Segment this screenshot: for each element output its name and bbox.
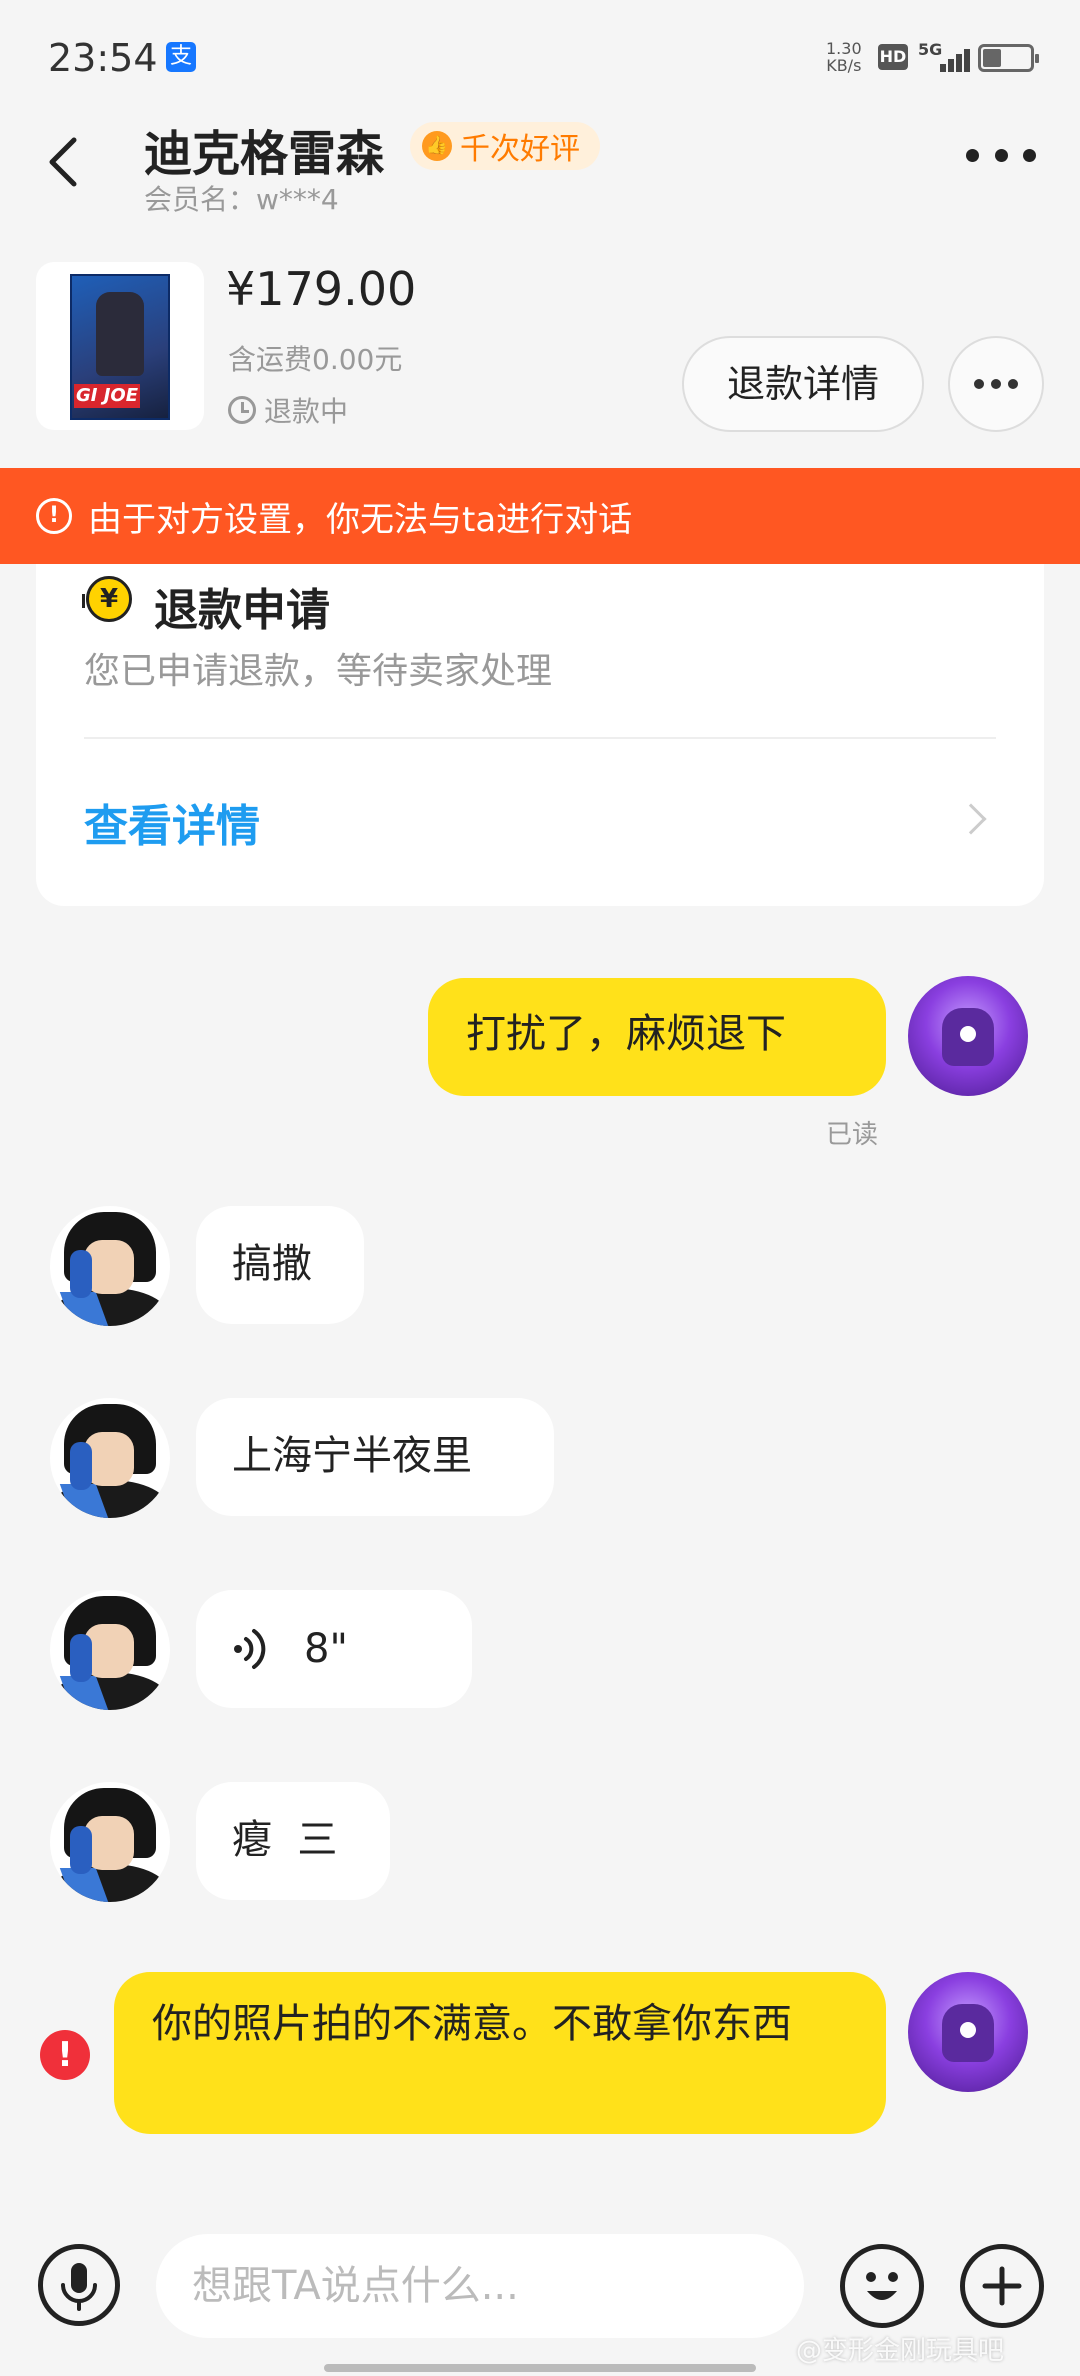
more-button[interactable] [966,140,1036,170]
my-avatar[interactable] [908,976,1028,1096]
refund-yen-icon: ¥ [86,576,132,622]
refund-detail-button[interactable]: 退款详情 [682,336,924,432]
refund-description: 您已申请退款，等待卖家处理 [84,651,553,692]
warning-icon: ! [36,498,72,534]
hd-icon: HD [878,44,908,70]
seller-avatar[interactable] [50,1206,170,1326]
watermark: @变形金刚玩具吧 [796,2336,1005,2366]
voice-input-button[interactable] [38,2244,120,2326]
seller-avatar[interactable] [50,1782,170,1902]
refund-title: 退款申请 [154,585,330,636]
clock-icon [228,396,256,424]
signal-icon: 5G [918,40,970,74]
seller-avatar[interactable] [50,1398,170,1518]
warning-banner: ! 由于对方设置，你无法与ta进行对话 [0,468,1080,564]
plus-icon [982,2266,1022,2306]
shipping-fee: 含运费0.00元 [228,343,403,376]
more-actions-button[interactable] [960,2244,1044,2328]
rating-badge[interactable]: 👍 千次好评 [410,122,600,170]
alipay-icon: 支 [166,42,196,72]
microphone-icon [61,2263,97,2311]
more-dots-icon [974,379,984,389]
member-label: 会员名：w***4 [144,183,339,216]
back-button[interactable] [40,124,96,196]
view-details-link[interactable]: 查看详情 [84,790,260,854]
read-receipt: 已读 [826,1120,879,1150]
emoji-button[interactable] [840,2244,924,2328]
voice-duration: 8" [304,1626,348,1672]
status-time: 23:54 [48,36,158,80]
refund-card: ¥ 退款申请 您已申请退款，等待卖家处理 查看详情 [36,564,1044,906]
divider [84,737,996,739]
refund-status: 退款中 [228,390,348,430]
voice-wave-icon [234,1629,266,1669]
chevron-right-icon[interactable] [955,803,987,835]
send-failed-icon[interactable]: ! [40,2030,90,2080]
more-dots-icon [966,148,979,162]
product-more-button[interactable] [948,336,1044,432]
voice-message-bubble[interactable]: 8" [196,1590,472,1708]
battery-icon [978,44,1039,72]
my-avatar[interactable] [908,1972,1028,2092]
home-indicator[interactable] [324,2364,756,2372]
thumbs-up-icon: 👍 [422,131,452,161]
product-thumbnail[interactable]: GI JOE [36,262,204,430]
message-input[interactable] [156,2234,804,2338]
seller-avatar[interactable] [50,1590,170,1710]
message-bubble-received[interactable]: 瘪 三 [196,1782,390,1900]
back-arrow-icon [49,137,77,187]
seller-name[interactable]: 迪克格雷森 [144,114,384,184]
message-bubble-sent[interactable]: 打扰了，麻烦退下 [428,978,886,1096]
message-bubble-received[interactable]: 上海宁半夜里 [196,1398,554,1516]
network-speed: 1.30 KB/s [826,39,862,75]
message-bubble-sent[interactable]: 你的照片拍的不满意。不敢拿你东西 [114,1972,886,2134]
product-price: ¥179.00 [226,262,417,316]
smiley-icon [866,2272,898,2300]
message-bubble-received[interactable]: 搞撒 [196,1206,364,1324]
